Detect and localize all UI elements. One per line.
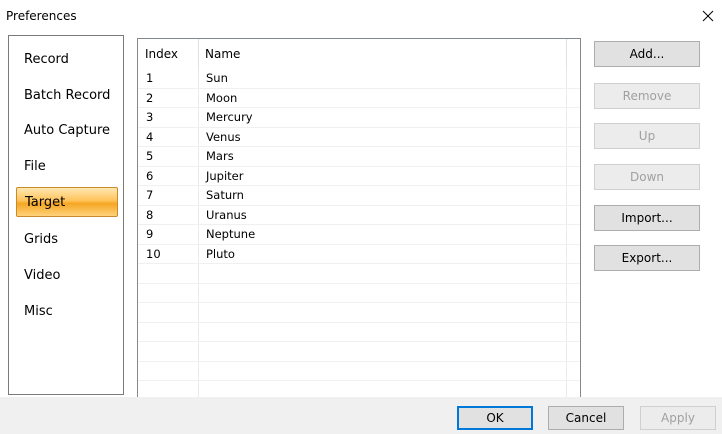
cell-name: Venus — [206, 129, 241, 144]
cell-name: Neptune — [206, 227, 256, 241]
apply-button[interactable]: Apply — [640, 406, 716, 430]
cell-index: 9 — [146, 227, 154, 241]
cell-index: 4 — [146, 129, 154, 144]
cell-name: Uranus — [206, 207, 247, 222]
sidebar-item-grids[interactable]: Grids — [16, 225, 118, 255]
empty-row — [138, 362, 580, 381]
sidebar-item-target[interactable]: Target — [16, 187, 118, 217]
sidebar-item-file[interactable]: File — [16, 152, 118, 182]
preferences-dialog: Preferences Record Batch Record Auto Cap… — [0, 0, 722, 434]
sidebar-item-misc[interactable]: Misc — [16, 297, 118, 327]
table-row[interactable]: 3 Mercury — [138, 108, 580, 128]
empty-row — [138, 303, 580, 323]
header-separator — [566, 39, 567, 69]
cell-index: 8 — [146, 207, 154, 222]
cell-name: Moon — [206, 90, 238, 105]
table-row[interactable]: 10 Pluto — [138, 245, 580, 264]
category-sidebar: Record Batch Record Auto Capture File Ta… — [8, 35, 124, 395]
empty-row — [138, 323, 580, 342]
up-button[interactable]: Up — [594, 123, 700, 149]
table-row[interactable]: 9 Neptune — [138, 225, 580, 245]
empty-row — [138, 264, 580, 284]
ok-button[interactable]: OK — [457, 406, 533, 430]
cell-index: 1 — [146, 71, 154, 85]
sidebar-item-record[interactable]: Record — [16, 45, 118, 75]
column-header-name[interactable]: Name — [198, 39, 566, 69]
remove-button[interactable]: Remove — [594, 83, 700, 109]
cancel-button[interactable]: Cancel — [548, 406, 624, 430]
sidebar-item-auto-capture[interactable]: Auto Capture — [16, 116, 118, 146]
close-button[interactable] — [694, 0, 722, 32]
cell-name: Pluto — [206, 246, 235, 261]
cell-index: 2 — [146, 90, 154, 105]
empty-row — [138, 342, 580, 362]
column-header-index[interactable]: Index — [138, 39, 198, 69]
sidebar-item-video[interactable]: Video — [16, 261, 118, 291]
table-row[interactable]: 6 Jupiter — [138, 167, 580, 186]
cell-index: 10 — [146, 246, 161, 261]
add-button[interactable]: Add... — [594, 41, 700, 67]
export-button[interactable]: Export... — [594, 245, 700, 271]
table-row[interactable]: 1 Sun — [138, 69, 580, 89]
close-icon — [702, 10, 714, 22]
target-list[interactable]: Index Name 1 Sun 2 Moon 3 Mercury 4 Venu… — [137, 38, 581, 398]
cell-index: 6 — [146, 168, 154, 183]
title-bar: Preferences — [0, 0, 722, 32]
window-title: Preferences — [6, 9, 77, 23]
cell-name: Saturn — [206, 188, 244, 202]
table-row[interactable]: 2 Moon — [138, 89, 580, 108]
cell-index: 7 — [146, 188, 154, 202]
cell-name: Mars — [206, 149, 234, 163]
empty-row — [138, 284, 580, 303]
import-button[interactable]: Import... — [594, 205, 700, 231]
down-button[interactable]: Down — [594, 164, 700, 190]
sidebar-item-batch-record[interactable]: Batch Record — [16, 81, 118, 111]
empty-row — [138, 381, 580, 397]
table-row[interactable]: 7 Saturn — [138, 186, 580, 206]
cell-index: 3 — [146, 110, 154, 124]
cell-name: Sun — [206, 71, 228, 85]
list-header: Index Name — [138, 39, 580, 69]
table-row[interactable]: 5 Mars — [138, 147, 580, 167]
cell-name: Jupiter — [206, 168, 244, 183]
cell-name: Mercury — [206, 110, 253, 124]
cell-index: 5 — [146, 149, 154, 163]
table-row[interactable]: 8 Uranus — [138, 206, 580, 225]
table-row[interactable]: 4 Venus — [138, 128, 580, 147]
